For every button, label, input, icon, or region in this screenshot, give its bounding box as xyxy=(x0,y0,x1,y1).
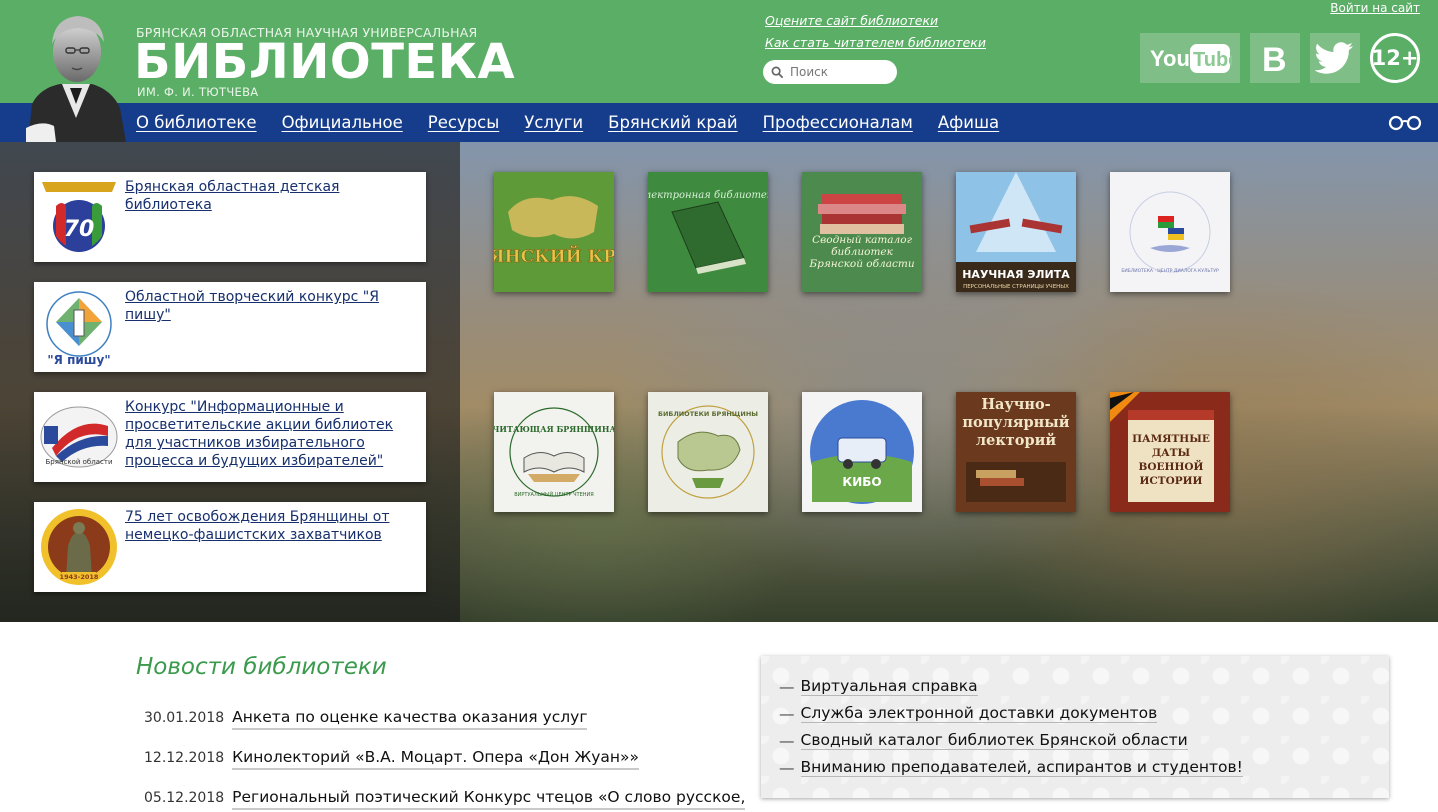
svg-text:"Я пишу": "Я пишу" xyxy=(47,353,110,367)
news-date: 30.01.2018 xyxy=(144,710,225,726)
card-title[interactable]: Конкурс "Информационные и просветительск… xyxy=(125,398,416,470)
liberation-anniversary-logo: 1943-2018 xyxy=(38,506,120,588)
news-item: 05.12.2018 Региональный поэтический Конк… xyxy=(144,788,746,810)
search-icon xyxy=(771,66,784,78)
quick-link-row: — Виртуальная справка xyxy=(779,677,978,696)
svg-text:БИБЛИОТЕКА · ЦЕНТР ДИАЛОГА КУЛ: БИБЛИОТЕКА · ЦЕНТР ДИАЛОГА КУЛЬТУР xyxy=(1121,268,1219,274)
card-title[interactable]: Брянская областная детская библиотека xyxy=(125,178,416,214)
nav-item-services[interactable]: Услуги xyxy=(524,113,583,132)
news-date: 12.12.2018 xyxy=(144,750,225,766)
nav-item-bryansk-region[interactable]: Брянский край xyxy=(608,113,738,132)
search-input[interactable] xyxy=(790,65,890,79)
quick-link-union-catalog[interactable]: Сводный каталог библиотек Брянской облас… xyxy=(800,731,1188,750)
news-item: 12.12.2018 Кинолекторий «В.А. Моцарт. Оп… xyxy=(144,748,639,770)
quick-link-row: — Сводный каталог библиотек Брянской обл… xyxy=(779,731,1188,750)
tile-science-lectures[interactable]: Научно-популярный лекторий xyxy=(956,392,1076,512)
site-header: БРЯНСКАЯ ОБЛАСТНАЯ НАУЧНАЯ УНИВЕРСАЛЬНАЯ… xyxy=(0,0,1438,103)
card-title[interactable]: Областной творческий конкурс "Я пишу" xyxy=(125,288,416,324)
quick-link-row: — Вниманию преподавателей, аспирантов и … xyxy=(779,758,1243,777)
svg-text:КИБО: КИБО xyxy=(842,475,881,489)
news-item: 30.01.2018 Анкета по оценке качества ока… xyxy=(144,708,588,730)
bryansk-libraries-map-icon: БИБЛИОТЕКИ БРЯНЩИНЫ xyxy=(648,392,768,512)
quick-link-teachers-students[interactable]: Вниманию преподавателей, аспирантов и ст… xyxy=(800,758,1243,777)
low-vision-glasses-icon[interactable] xyxy=(1388,115,1422,131)
promo-card-children-library[interactable]: 70 Брянская областная детская библиотека xyxy=(34,172,426,262)
brand-title[interactable]: БИБЛИОТЕКА xyxy=(134,34,515,90)
twitter-button[interactable] xyxy=(1310,33,1360,83)
twitter-bird-icon xyxy=(1315,42,1353,74)
tile-reading-bryansk[interactable]: "ЧИТАЮЩАЯ БРЯНЩИНА" ВИРТУАЛЬНЫЙ ЦЕНТР ЧТ… xyxy=(494,392,614,512)
promo-card-i-write-contest[interactable]: "Я пишу" Областной творческий конкурс "Я… xyxy=(34,282,426,372)
svg-text:БРЯНСКИЙ КРАЙ: БРЯНСКИЙ КРАЙ xyxy=(494,245,614,267)
nav-item-official[interactable]: Официальное xyxy=(282,113,403,132)
svg-text:70: 70 xyxy=(64,217,95,242)
nav-item-professionals[interactable]: Профессионалам xyxy=(763,113,913,132)
login-link[interactable]: Войти на сайт xyxy=(1330,1,1420,15)
search-box[interactable] xyxy=(763,60,897,84)
electronic-library-book-icon: Электронная библиотека xyxy=(648,172,768,292)
youtube-button[interactable]: You Tube xyxy=(1140,33,1240,83)
svg-text:Электронная библиотека: Электронная библиотека xyxy=(648,190,768,201)
tile-union-catalog[interactable]: Сводный каталог библиотек Брянской облас… xyxy=(802,172,922,292)
card-title[interactable]: 75 лет освобождения Брянщины от немецко-… xyxy=(125,508,416,544)
children-library-logo: 70 xyxy=(38,176,120,258)
quick-link-row: — Служба электронной доставки документов xyxy=(779,704,1158,723)
age-rating-badge: 12+ xyxy=(1370,33,1420,83)
tile-scientific-elite[interactable]: НАУЧНАЯ ЭЛИТА ПЕРСОНАЛЬНЫЕ СТРАНИЦЫ УЧЕН… xyxy=(956,172,1076,292)
quick-links-panel: — Виртуальная справка — Служба электронн… xyxy=(761,656,1389,798)
svg-text:You: You xyxy=(1150,46,1190,71)
tile-bryansk-libraries[interactable]: БИБЛИОТЕКИ БРЯНЩИНЫ xyxy=(648,392,768,512)
tile-kibo[interactable]: КИБО xyxy=(802,392,922,512)
svg-text:"ЧИТАЮЩАЯ БРЯНЩИНА": "ЧИТАЮЩАЯ БРЯНЩИНА" xyxy=(494,424,614,434)
youtube-icon: You Tube xyxy=(1150,44,1232,73)
svg-text:ПЕРСОНАЛЬНЫЕ СТРАНИЦЫ УЧЕНЫХ: ПЕРСОНАЛЬНЫЕ СТРАНИЦЫ УЧЕНЫХ xyxy=(963,284,1069,290)
union-catalog-books-icon: Сводный каталог библиотек Брянской облас… xyxy=(802,172,922,292)
nav-item-resources[interactable]: Ресурсы xyxy=(428,113,500,132)
kibo-bus-icon: КИБО xyxy=(802,392,922,512)
news-link[interactable]: Региональный поэтический Конкурс чтецов … xyxy=(232,788,746,810)
svg-text:БИБЛИОТЕКИ БРЯНЩИНЫ: БИБЛИОТЕКИ БРЯНЩИНЫ xyxy=(658,410,758,418)
tile-military-history-dates[interactable]: ПАМЯТНЫЕ ДАТЫ ВОЕННОЙ ИСТОРИИ xyxy=(1110,392,1230,512)
svg-text:Брянской области: Брянской области xyxy=(45,458,112,466)
nav-item-about[interactable]: О библиотеке xyxy=(136,113,257,132)
i-write-contest-logo: "Я пишу" xyxy=(38,286,120,368)
news-date: 05.12.2018 xyxy=(144,790,225,806)
military-history-calendar-icon: ПАМЯТНЫЕ ДАТЫ ВОЕННОЙ ИСТОРИИ xyxy=(1110,392,1230,512)
vk-icon: В xyxy=(1262,41,1287,76)
become-reader-link[interactable]: Как стать читателем библиотеки xyxy=(765,35,986,50)
news-link[interactable]: Кинолекторий «В.А. Моцарт. Опера «Дон Жу… xyxy=(232,748,639,770)
brand-subtitle: ИМ. Ф. И. ТЮТЧЕВА xyxy=(137,85,259,99)
rate-site-link[interactable]: Оцените сайт библиотеки xyxy=(765,13,938,28)
scientific-elite-icon: НАУЧНАЯ ЭЛИТА ПЕРСОНАЛЬНЫЕ СТРАНИЦЫ УЧЕН… xyxy=(956,172,1076,292)
quick-link-virtual-reference[interactable]: Виртуальная справка xyxy=(800,677,978,696)
svg-text:1943-2018: 1943-2018 xyxy=(60,573,99,581)
tile-electronic-library[interactable]: Электронная библиотека xyxy=(648,172,768,292)
culture-dialog-center-icon: БИБЛИОТЕКА · ЦЕНТР ДИАЛОГА КУЛЬТУР xyxy=(1110,172,1230,292)
svg-text:Tube: Tube xyxy=(1193,49,1232,71)
election-contest-logo: Брянской области xyxy=(38,396,120,478)
hero-banner: 70 Брянская областная детская библиотека… xyxy=(0,142,1438,622)
svg-text:НАУЧНАЯ ЭЛИТА: НАУЧНАЯ ЭЛИТА xyxy=(962,268,1070,281)
tyutchev-portrait xyxy=(26,16,126,142)
reading-bryansk-book-icon: "ЧИТАЮЩАЯ БРЯНЩИНА" ВИРТУАЛЬНЫЙ ЦЕНТР ЧТ… xyxy=(494,392,614,512)
vk-button[interactable]: В xyxy=(1250,33,1300,83)
news-link[interactable]: Анкета по оценке качества оказания услуг xyxy=(232,708,588,730)
promo-card-liberation-75[interactable]: 1943-2018 75 лет освобождения Брянщины о… xyxy=(34,502,426,592)
quick-link-document-delivery[interactable]: Служба электронной доставки документов xyxy=(800,704,1158,723)
news-section-title: Новости библиотеки xyxy=(136,654,387,680)
svg-text:ВИРТУАЛЬНЫЙ ЦЕНТР ЧТЕНИЯ: ВИРТУАЛЬНЫЙ ЦЕНТР ЧТЕНИЯ xyxy=(514,491,593,498)
promo-card-election-actions[interactable]: Брянской области Конкурс "Информационные… xyxy=(34,392,426,482)
main-navigation: О библиотеке Официальное Ресурсы Услуги … xyxy=(0,103,1438,142)
tile-culture-dialog-center[interactable]: БИБЛИОТЕКА · ЦЕНТР ДИАЛОГА КУЛЬТУР xyxy=(1110,172,1230,292)
tile-bryansk-region[interactable]: БРЯНСКИЙ КРАЙ xyxy=(494,172,614,292)
science-lectures-icon: Научно-популярный лекторий xyxy=(956,392,1076,512)
bryansk-region-map-icon: БРЯНСКИЙ КРАЙ xyxy=(494,172,614,292)
nav-item-afisha[interactable]: Афиша xyxy=(938,113,999,132)
svg-text:В: В xyxy=(1262,41,1287,76)
